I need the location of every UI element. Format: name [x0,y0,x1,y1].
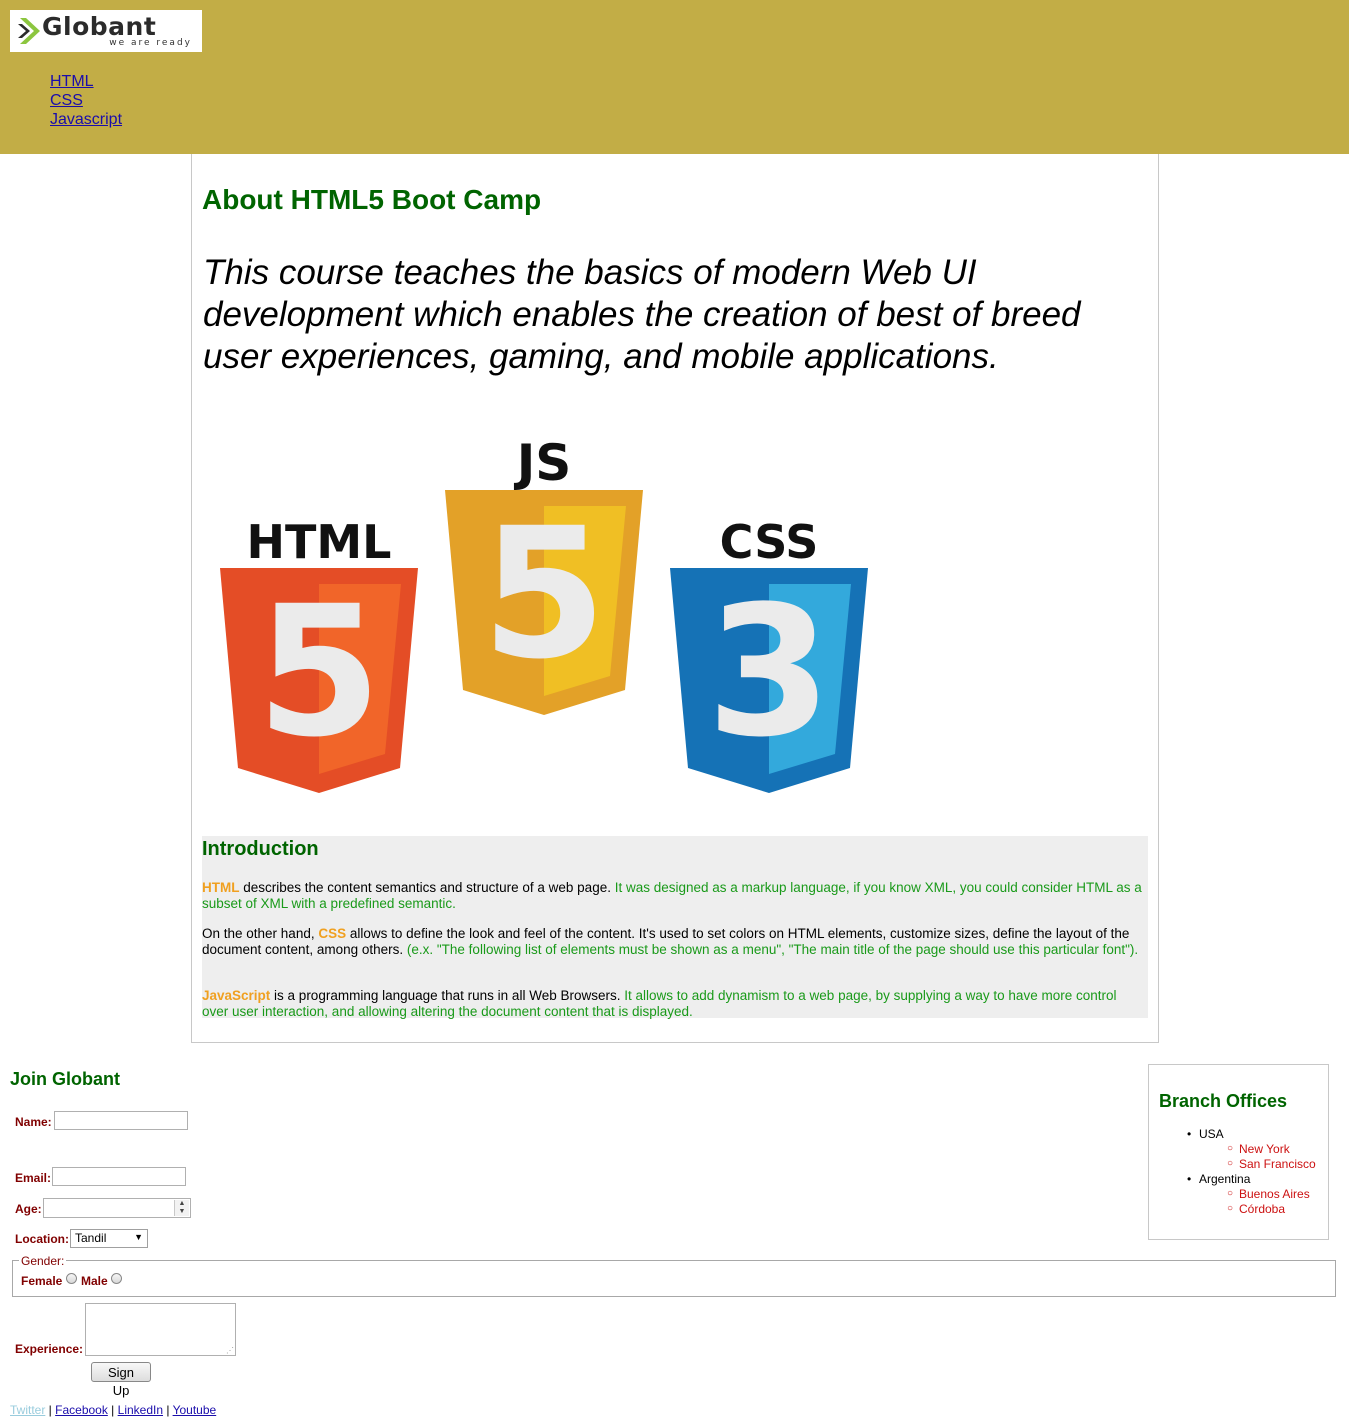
tech-logos-image: HTML 5 JS 5 CSS 3 [220,434,868,793]
intro-text-html: describes the content semantics and stru… [239,880,615,895]
js-logo-digit: 5 [481,490,606,699]
female-label: Female [21,1274,63,1288]
city-buenos-aires: Buenos Aires [1149,1186,1316,1202]
footer-separator: | [107,1403,118,1417]
female-radio[interactable] [66,1273,77,1284]
main-nav: HTML CSS Javascript [50,72,122,129]
page-header: Globant we are ready HTML CSS Javascript [0,0,1349,154]
intro-note-css: (e.x. "The following list of elements mu… [406,942,1139,957]
keyword-html: HTML [202,880,240,895]
html-logo-digit: 5 [256,568,381,777]
age-spinner-buttons[interactable]: ▲ ▼ [174,1200,189,1216]
male-radio[interactable] [111,1273,122,1284]
male-label: Male [81,1274,108,1288]
logo-tagline: we are ready [109,38,192,48]
age-label: Age: [15,1202,42,1216]
gender-fieldset: Gender: Female Male [12,1254,1336,1297]
chevron-down-icon: ▼ [134,1232,143,1242]
name-label: Name: [15,1115,52,1129]
nav-link-css[interactable]: CSS [50,91,122,110]
nav-link-html[interactable]: HTML [50,72,122,91]
introduction-title: Introduction [202,838,319,860]
intro-paragraph-js: JavaScript is a programming language tha… [202,988,1142,1020]
linkedin-link[interactable]: LinkedIn [118,1403,163,1417]
footer-separator: | [45,1403,56,1417]
twitter-link[interactable]: Twitter [10,1403,45,1417]
city-new-york: New York [1149,1141,1316,1157]
sign-up-button[interactable]: Sign Up [91,1362,151,1398]
experience-label: Experience: [15,1342,84,1356]
introduction-box: Introduction HTML describes the content … [202,836,1148,1020]
gender-legend: Gender: [19,1254,67,1268]
course-tagline: This course teaches the basics of modern… [203,253,1081,376]
intro-pre-css: On the other hand, [202,926,319,941]
location-label: Location: [15,1232,69,1246]
branch-offices-title: Branch Offices [1159,1091,1288,1111]
nav-link-javascript[interactable]: Javascript [50,110,122,129]
name-input[interactable] [54,1111,188,1130]
email-input[interactable] [52,1167,186,1186]
keyword-javascript: JavaScript [202,988,271,1003]
branch-offices-box: Branch Offices USA New York San Francisc… [1148,1064,1329,1240]
css-logo-label: CSS [720,515,819,569]
resize-grip-icon[interactable]: ⋰ [226,1346,234,1355]
footer-separator: | [163,1403,173,1417]
age-number-input[interactable]: ▲ ▼ [43,1198,191,1218]
email-label: Email: [15,1171,52,1185]
css-logo-digit: 3 [706,568,831,777]
experience-textarea[interactable]: ⋰ [85,1303,236,1356]
join-form-title: Join Globant [10,1069,120,1089]
city-san-francisco: San Francisco [1149,1156,1316,1172]
globant-logo[interactable]: Globant we are ready [10,10,202,52]
page-title: About HTML5 Boot Camp [202,184,542,215]
facebook-link[interactable]: Facebook [55,1403,108,1417]
logo-wordmark: Globant [42,12,157,41]
city-cordoba: Córdoba [1149,1201,1316,1217]
js-logo-icon: JS 5 [445,434,643,715]
country-argentina: Argentina [1149,1172,1316,1187]
intro-paragraph-html: HTML describes the content semantics and… [202,880,1142,912]
intro-text-js: is a programming language that runs in a… [270,988,625,1003]
about-section: About HTML5 Boot Camp This course teache… [191,154,1159,1043]
js-logo-label: JS [514,434,572,492]
location-select[interactable]: Tandil ▼ [70,1229,148,1248]
youtube-link[interactable]: Youtube [173,1403,217,1417]
footer-social-links: Twitter | Facebook | LinkedIn | Youtube [10,1403,216,1417]
location-selected-value: Tandil [75,1231,107,1245]
html5-logo-icon: HTML 5 [220,515,418,793]
html-logo-label: HTML [247,515,392,569]
country-usa: USA [1149,1127,1316,1142]
css3-logo-icon: CSS 3 [670,515,868,793]
intro-paragraph-css: On the other hand, CSS allows to define … [202,926,1142,958]
keyword-css: CSS [318,926,347,941]
branch-list: USA New York San Francisco Argentina Bue… [1149,1127,1316,1217]
